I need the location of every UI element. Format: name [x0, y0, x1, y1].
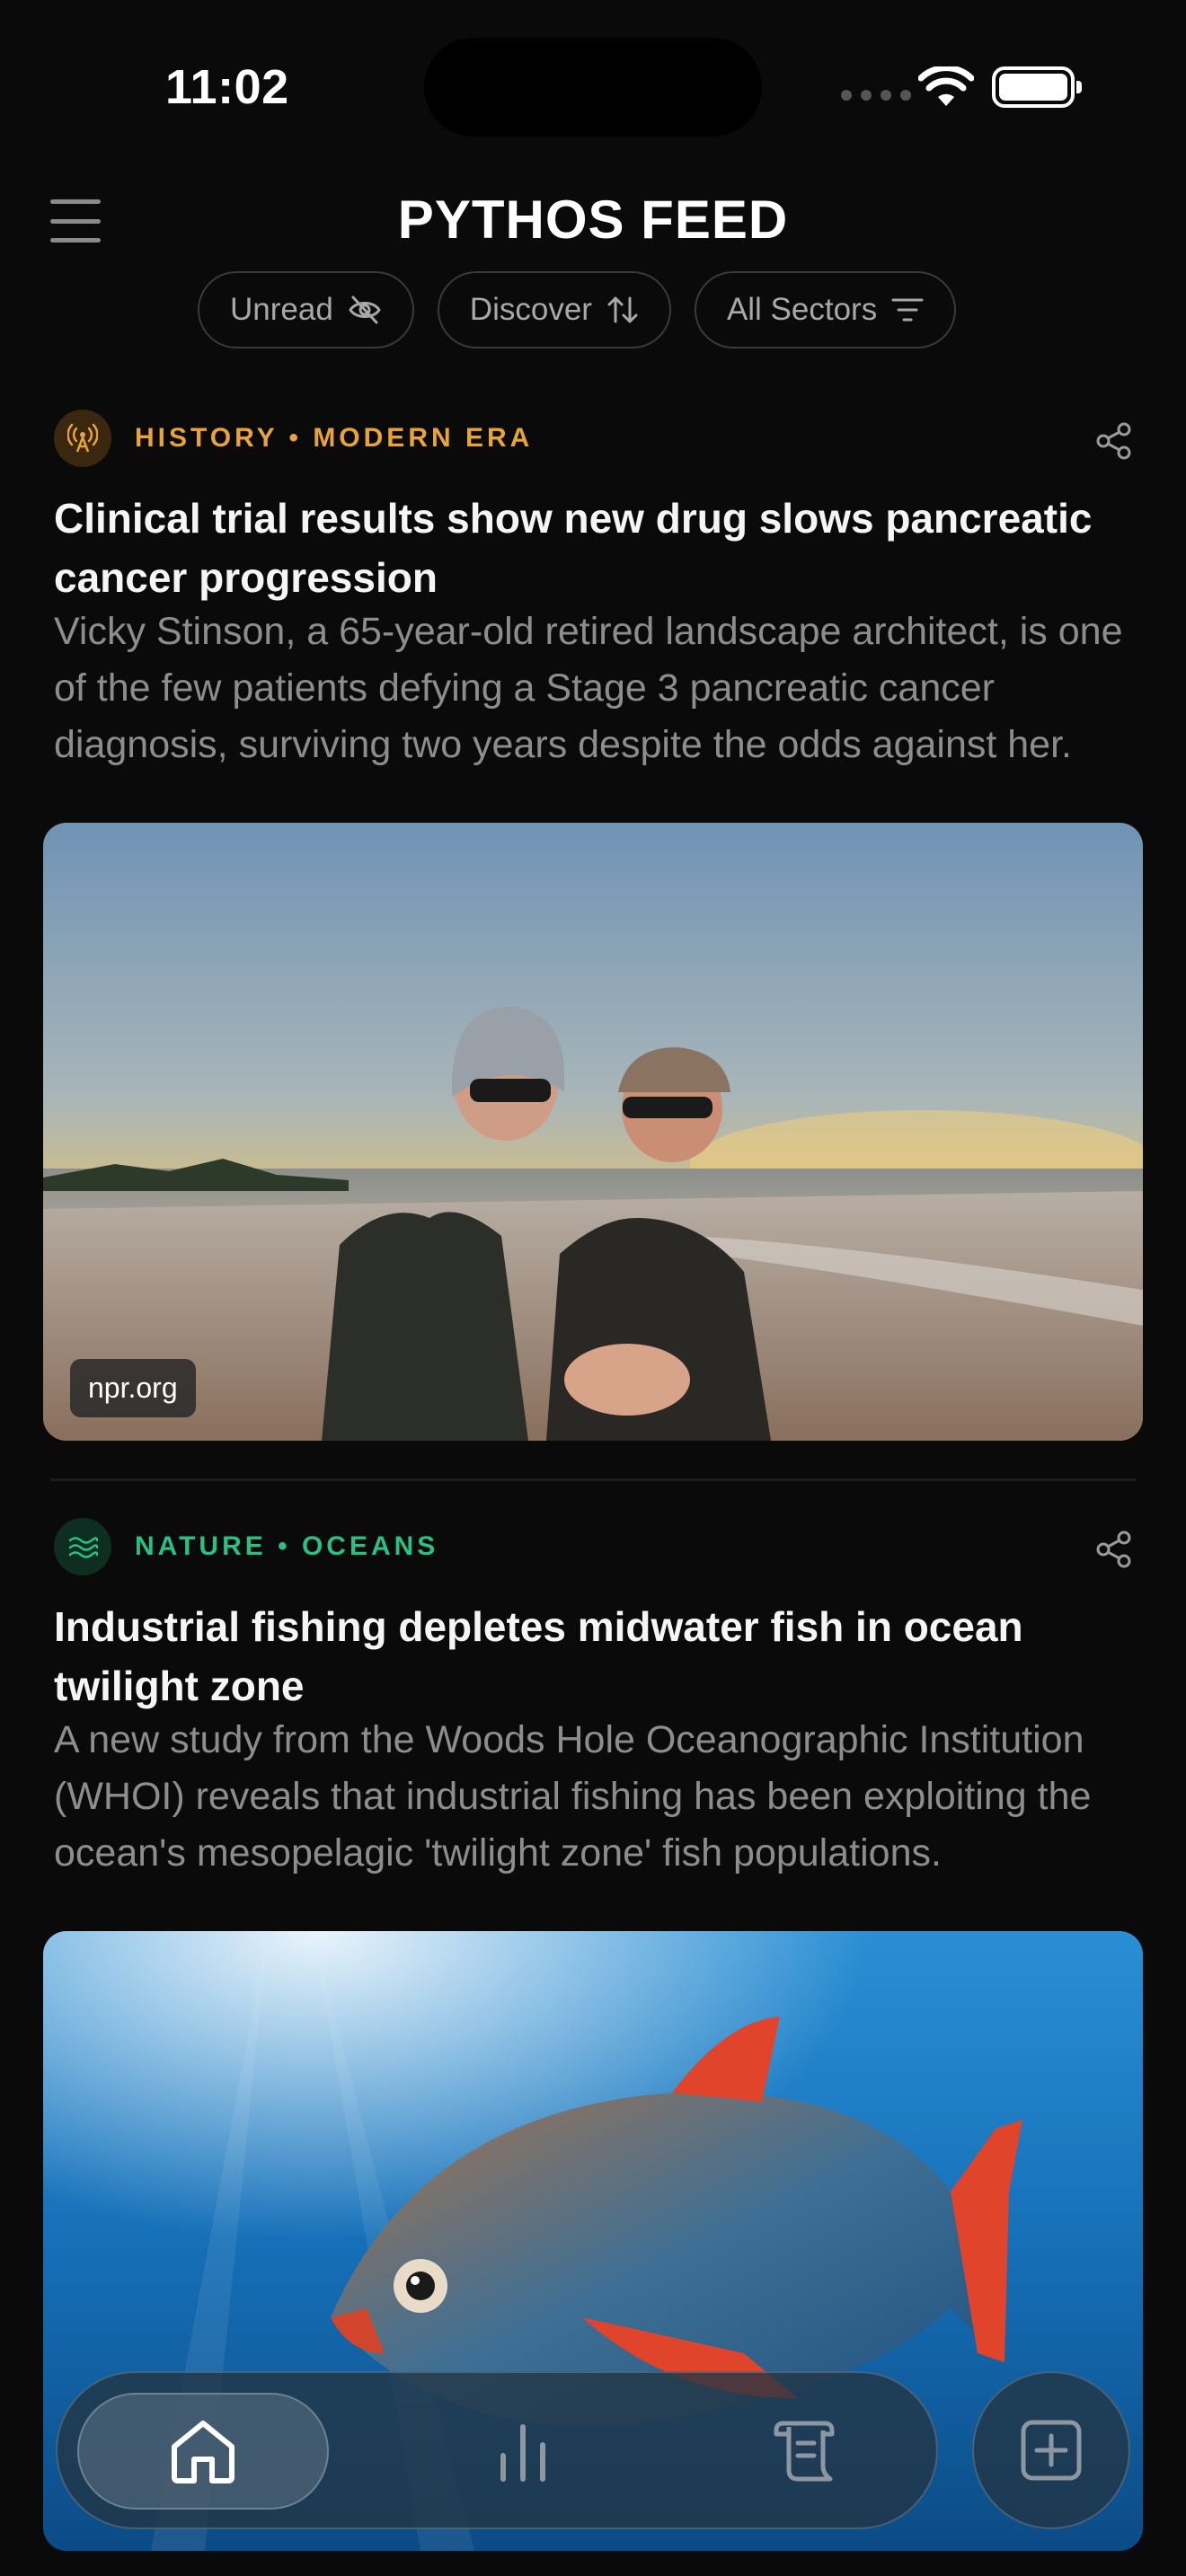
cellular-signal-icon [841, 90, 911, 101]
scroll-icon [774, 2421, 835, 2482]
filter-bar: Unread Discover All Sectors [198, 271, 957, 348]
sort-arrows-icon [607, 296, 638, 323]
page-title: PYTHOS FEED [397, 190, 789, 250]
add-button[interactable] [972, 2371, 1130, 2529]
filter-label: Discover [469, 292, 592, 327]
wifi-icon [918, 66, 974, 106]
plus-square-icon [1021, 2420, 1082, 2481]
divider [50, 1478, 1136, 1481]
share-icon[interactable] [1096, 1531, 1132, 1568]
article-category[interactable]: HISTORY • MODERN ERA [135, 423, 533, 454]
article-category[interactable]: NATURE • OCEANS [135, 1531, 438, 1562]
article-summary: Vicky Stinson, a 65-year-old retired lan… [54, 610, 1123, 766]
home-icon [172, 2421, 235, 2483]
source-badge[interactable]: npr.org [70, 1359, 196, 1417]
filter-sectors-chip[interactable]: All Sectors [694, 271, 957, 348]
filter-label: All Sectors [726, 292, 878, 327]
battery-icon [992, 66, 1082, 108]
filter-unread-chip[interactable]: Unread [198, 271, 414, 348]
status-time: 11:02 [165, 60, 289, 114]
dynamic-island [424, 38, 762, 137]
tab-home[interactable] [77, 2393, 329, 2510]
article-headline[interactable]: Industrial fishing depletes midwater fis… [54, 1597, 1132, 1716]
article-summary: A new study from the Woods Hole Oceanogr… [54, 1718, 1092, 1875]
tab-bar [56, 2371, 938, 2529]
filter-label: Unread [230, 292, 333, 327]
article-headline[interactable]: Clinical trial results show new drug slo… [54, 489, 1132, 607]
tab-library[interactable] [713, 2393, 893, 2510]
filter-discover-chip[interactable]: Discover [437, 271, 671, 348]
article-meta: HISTORY • MODERN ERA [54, 410, 533, 467]
tab-stats[interactable] [433, 2393, 613, 2510]
article-image[interactable]: npr.org [43, 823, 1143, 1441]
waves-icon [54, 1518, 111, 1575]
bar-chart-icon [500, 2424, 545, 2482]
share-icon[interactable] [1096, 422, 1132, 460]
beach-sunset-photo [43, 823, 1143, 1441]
filter-lines-icon [891, 298, 924, 322]
broadcast-tower-icon [54, 410, 111, 467]
eye-off-icon [349, 296, 381, 324]
article-meta: NATURE • OCEANS [54, 1518, 438, 1575]
